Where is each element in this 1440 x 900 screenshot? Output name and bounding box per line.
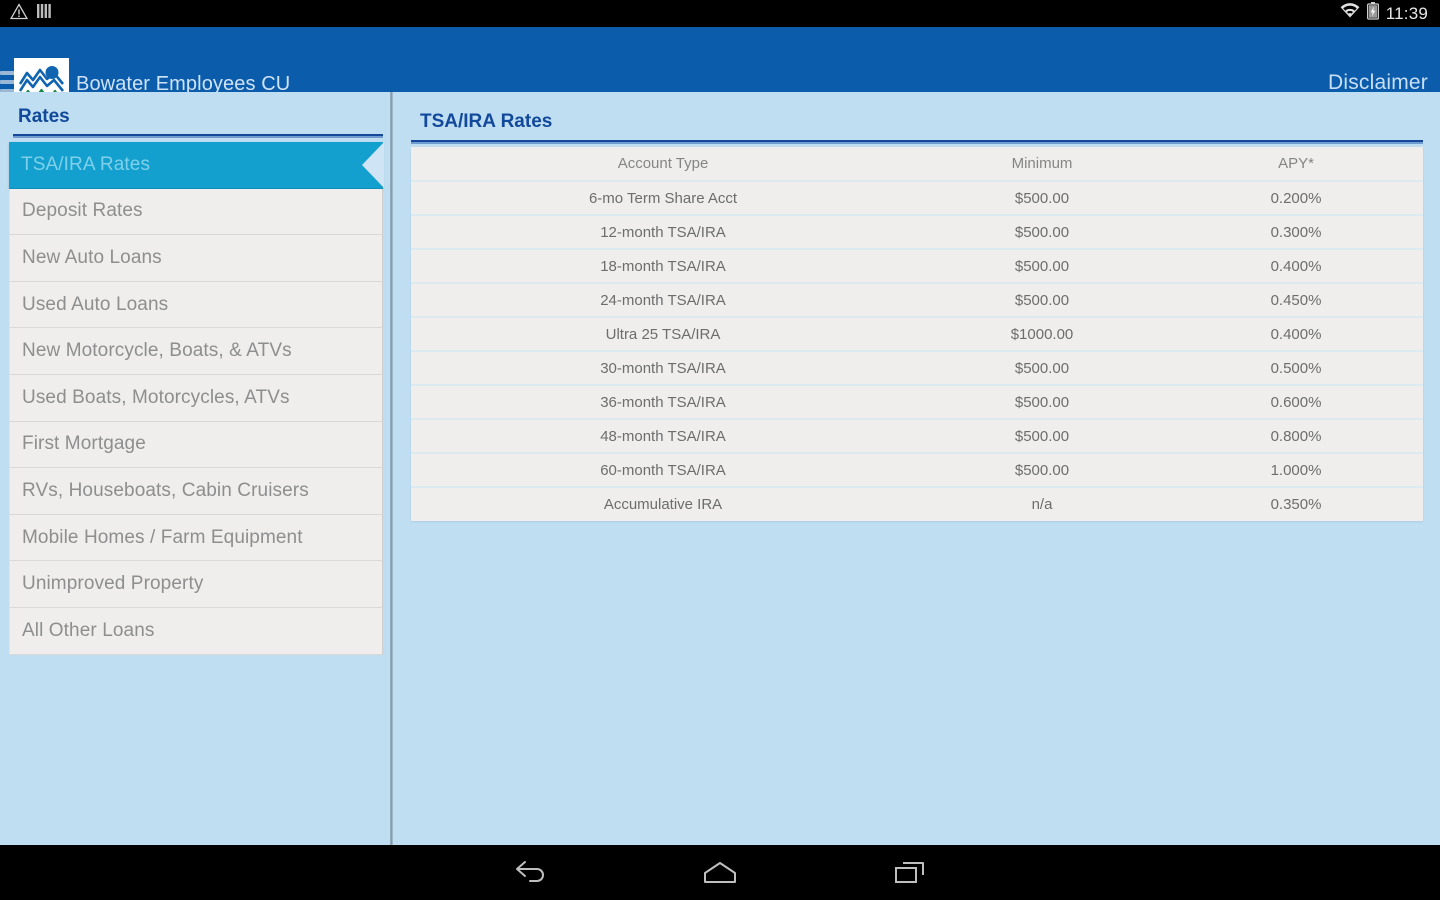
action-bar: Bowater Employees CU Disclaimer [0,27,1440,115]
table-cell: 12-month TSA/IRA [411,215,915,250]
recent-apps-icon[interactable] [880,853,940,893]
table-column-header: Account Type [411,147,915,182]
sidebar-item-label: Deposit Rates [22,200,143,222]
sidebar-item-label: TSA/IRA Rates [21,153,151,175]
table-cell: 0.800% [1169,419,1423,454]
table-cell: 1.000% [1169,453,1423,488]
sidebar-item[interactable]: RVs, Houseboats, Cabin Cruisers [9,468,383,515]
table-cell: 36-month TSA/IRA [411,385,915,420]
sidebar-item-label: Used Auto Loans [22,293,169,315]
table-cell: 0.500% [1169,351,1423,386]
sidebar-item-label: Unimproved Property [22,573,204,595]
sidebar-item[interactable]: New Motorcycle, Boats, & ATVs [9,328,383,375]
sidebar-item[interactable]: TSA/IRA Rates [9,142,384,189]
sidebar-item-label: All Other Loans [22,619,155,641]
sidebar-item[interactable]: Used Boats, Motorcycles, ATVs [9,374,383,422]
status-bar-left-icons [0,2,51,25]
table-cell: $500.00 [915,181,1169,216]
table-row: 12-month TSA/IRA $500.00 0.300% [411,215,1423,250]
rates-table-body: 6-mo Term Share Acct $500.00 0.200% 12-mont… [411,181,1423,521]
sidebar-item-label: Used Boats, Motorcycles, ATVs [22,386,290,408]
table-cell: 0.400% [1169,317,1423,352]
status-bar-right-icons: 11:39 [1340,2,1440,25]
content-area: Rates TSA/IRA Rates Deposit Rates New Auto… [0,92,1440,845]
table-cell: 0.600% [1169,385,1423,420]
table-cell: 0.450% [1169,283,1423,318]
sidebar-item-label: Mobile Homes / Farm Equipment [22,526,303,548]
rates-sidebar: Rates TSA/IRA Rates Deposit Rates New Auto… [0,92,390,845]
sidebar-item-label: New Auto Loans [22,246,162,268]
table-cell: $500.00 [915,249,1169,284]
table-row: 6-mo Term Share Acct $500.00 0.200% [411,181,1423,216]
page-title-rule [411,140,1423,144]
table-cell: $500.00 [915,453,1169,488]
app-root: 11:39 Bowater Employees CU Disclaimer Ra… [0,0,1440,900]
sidebar-item[interactable]: Deposit Rates [9,188,383,236]
sidebar-item[interactable]: First Mortgage [9,421,383,469]
rates-table-head: Account Type Minimum APY* [411,147,1423,182]
table-cell: $500.00 [915,385,1169,420]
table-cell: n/a [915,487,1169,521]
table-row: 48-month TSA/IRA $500.00 0.800% [411,419,1423,454]
table-row: Ultra 25 TSA/IRA $1000.00 0.400% [411,317,1423,352]
table-cell: 48-month TSA/IRA [411,419,915,454]
table-cell: $500.00 [915,351,1169,386]
sidebar-item[interactable]: All Other Loans [9,607,383,655]
battery-charging-icon [1366,2,1379,25]
sidebar-heading: Rates [18,106,70,127]
table-cell: 0.200% [1169,181,1423,216]
table-row: 30-month TSA/IRA $500.00 0.500% [411,351,1423,386]
sidebar-item-label: RVs, Houseboats, Cabin Cruisers [22,479,309,501]
table-column-header: APY* [1169,147,1423,182]
sidebar-item[interactable]: New Auto Loans [9,235,383,282]
sidebar-item[interactable]: Used Auto Loans [9,281,383,329]
table-cell: Ultra 25 TSA/IRA [411,317,915,352]
table-row: 36-month TSA/IRA $500.00 0.600% [411,385,1423,420]
status-bar-clock: 11:39 [1385,3,1428,23]
table-header-row: Account Type Minimum APY* [411,147,1423,182]
sim-signal-icon [37,3,51,24]
table-cell: 18-month TSA/IRA [411,249,915,284]
table-cell: 0.300% [1169,215,1423,250]
rates-detail-panel: TSA/IRA Rates Account Type Minimum APY* 6-… [393,92,1440,845]
table-cell: 0.350% [1169,487,1423,521]
table-row: 18-month TSA/IRA $500.00 0.400% [411,249,1423,284]
table-row: Accumulative IRA n/a 0.350% [411,487,1423,521]
sidebar-item-label: New Motorcycle, Boats, & ATVs [22,340,292,362]
page-title: TSA/IRA Rates [420,111,553,132]
table-cell: 24-month TSA/IRA [411,283,915,318]
wifi-icon [1340,3,1360,24]
rates-table: Account Type Minimum APY* 6-mo Term Share … [411,147,1423,521]
table-cell: 0.400% [1169,249,1423,284]
sidebar-item-label: First Mortgage [22,433,146,455]
table-cell: $500.00 [915,283,1169,318]
table-row: 24-month TSA/IRA $500.00 0.450% [411,283,1423,318]
table-cell: 6-mo Term Share Acct [411,181,915,216]
sidebar-heading-rule [13,134,383,138]
table-row: 60-month TSA/IRA $500.00 1.000% [411,453,1423,488]
table-cell: $1000.00 [915,317,1169,352]
table-cell: $500.00 [915,419,1169,454]
android-navigation-bar [0,845,1440,900]
sidebar-item[interactable]: Unimproved Property [9,561,383,608]
sidebar-item[interactable]: Mobile Homes / Farm Equipment [9,514,383,562]
table-cell: Accumulative IRA [411,487,915,521]
warning-triangle-icon [9,2,29,25]
table-cell: 60-month TSA/IRA [411,453,915,488]
table-column-header: Minimum [915,147,1169,182]
android-status-bar: 11:39 [0,0,1440,27]
back-icon[interactable] [500,853,560,893]
table-cell: $500.00 [915,215,1169,250]
home-icon[interactable] [690,853,750,893]
table-cell: 30-month TSA/IRA [411,351,915,386]
sidebar-list: TSA/IRA Rates Deposit Rates New Auto Loans… [9,142,384,655]
selected-indicator-chevron-icon [362,142,384,188]
